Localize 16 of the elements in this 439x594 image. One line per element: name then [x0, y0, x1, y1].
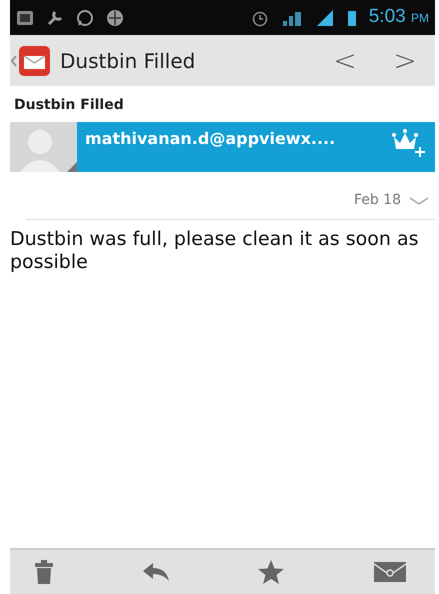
email-subject: Dustbin Filled — [13, 96, 125, 115]
screen-title: Dustbin Filled — [60, 48, 196, 74]
next-button[interactable]: > — [375, 46, 435, 74]
app-logo-icon[interactable] — [10, 44, 52, 78]
wrench-icon — [46, 8, 64, 26]
status-time: 5:03 PM — [368, 5, 429, 30]
message-body: Dustbin was full, please clean it as soon as possible — [10, 227, 420, 274]
sender-address: mathivanan.d@appviewx.... — [85, 128, 336, 150]
crown-plus-icon[interactable] — [391, 127, 425, 157]
battery-icon — [346, 8, 357, 26]
previous-button[interactable]: < — [315, 46, 375, 74]
delete-button[interactable] — [32, 557, 56, 587]
message-date: Feb 18 — [354, 191, 401, 210]
chevron-down-icon[interactable] — [409, 196, 429, 206]
signal-icon — [314, 8, 335, 26]
app-notification-icon — [16, 10, 34, 26]
